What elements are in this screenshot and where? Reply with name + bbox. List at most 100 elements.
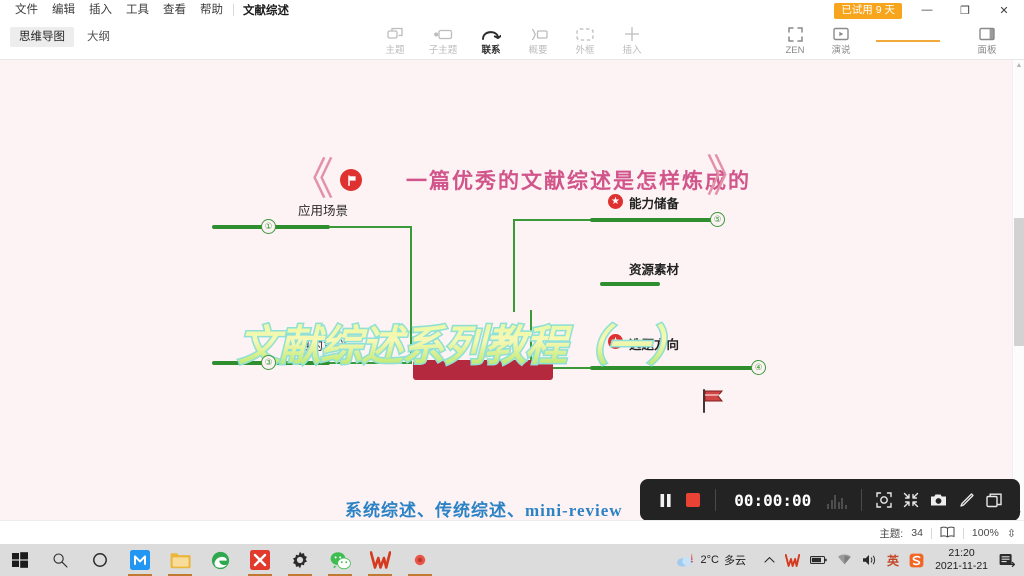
maximize-button[interactable]: ❐	[946, 0, 984, 20]
central-topic-text: 文献综述系列教程（一）	[238, 318, 758, 374]
taskbar-wechat-app[interactable]	[320, 544, 360, 576]
recorder-audio-meter	[821, 491, 853, 509]
taskbar-xmind-app[interactable]	[240, 544, 280, 576]
notification-icon[interactable]	[994, 553, 1020, 568]
bracket-left: 《	[290, 155, 334, 204]
recorder-focus-button[interactable]	[870, 486, 898, 514]
close-button[interactable]: ✕	[984, 0, 1024, 20]
book-icon[interactable]	[940, 526, 955, 541]
recorder-divider-left	[715, 489, 717, 511]
taskbar-settings-app[interactable]	[280, 544, 320, 576]
volume-icon[interactable]	[857, 554, 882, 566]
toolbar-insert[interactable]: 插入	[605, 24, 659, 60]
taskbar-recorder-app[interactable]	[400, 544, 440, 576]
menu-file[interactable]: 文件	[8, 1, 45, 19]
menu-divider	[233, 4, 234, 16]
branch-line-right-top	[590, 218, 714, 222]
recorder-pen-button[interactable]	[953, 486, 981, 514]
relation-icon	[481, 24, 501, 44]
node-number-left-top[interactable]: ①	[261, 219, 276, 234]
minimize-button[interactable]: —	[908, 0, 946, 20]
taskbar-wps-app[interactable]	[360, 544, 400, 576]
bottom-note-text[interactable]: 系统综述、传统综述、mini-review	[345, 496, 623, 520]
zoom-stepper[interactable]: ⇳	[1007, 527, 1016, 540]
scrollbar-thumb[interactable]	[1014, 218, 1024, 346]
recorder-stop-button[interactable]	[680, 486, 708, 514]
taskbar-clock[interactable]: 21:20 2021-11-21	[929, 547, 994, 573]
node-number-right-top[interactable]: ⑤	[710, 212, 725, 227]
toolbar-topic[interactable]: 主题	[368, 24, 422, 60]
menu-view[interactable]: 查看	[156, 1, 193, 19]
taskbar-file-explorer[interactable]	[160, 544, 200, 576]
application-window: 文件 编辑 插入 工具 查看 帮助 文献综述 已试用 9 天 — ❐ ✕ 思维导…	[0, 0, 1024, 576]
cloud-icon	[676, 553, 694, 567]
title-bar: 文件 编辑 插入 工具 查看 帮助 文献综述 已试用 9 天 — ❐ ✕	[0, 0, 1024, 20]
node-label-capability-reserve[interactable]: 能力储备	[629, 193, 679, 212]
wifi-icon[interactable]	[832, 554, 857, 566]
taskbar-weather-widget[interactable]: 2°C 多云	[676, 544, 746, 576]
node-number-left-bottom[interactable]: ③	[261, 355, 276, 370]
taskbar-maxthon-app[interactable]	[120, 544, 160, 576]
toolbar-presentation-label: 演说	[831, 45, 851, 56]
wps-tray-icon[interactable]	[780, 553, 805, 567]
toolbar-panel[interactable]: 面板	[960, 24, 1014, 60]
status-divider-1	[930, 527, 932, 539]
toolbar-topic-label: 主题	[385, 45, 405, 56]
recorder-timer: 00:00:00	[734, 490, 812, 510]
menu-edit[interactable]: 编辑	[45, 1, 82, 19]
panel-icon	[979, 24, 995, 44]
star-badge-capability: ★	[608, 194, 623, 209]
branch-connector-left-top	[410, 226, 412, 312]
node-label-application-scenario[interactable]: 应用场景	[298, 200, 348, 219]
sogou-tray-icon[interactable]	[904, 553, 929, 568]
tab-mindmap[interactable]: 思维导图	[10, 27, 74, 47]
window-controls: — ❐ ✕	[908, 0, 1024, 20]
recorder-window-button[interactable]	[980, 486, 1008, 514]
topic-icon	[386, 24, 404, 44]
weather-temperature: 2°C	[700, 554, 719, 566]
weather-condition: 多云	[724, 555, 746, 567]
toolbar-subtopic[interactable]: 子主题	[416, 24, 470, 60]
start-button[interactable]	[0, 544, 40, 576]
cortana-button[interactable]	[80, 544, 120, 576]
bracket-right: 》	[706, 152, 750, 201]
ime-tray-icon[interactable]: 英	[882, 552, 904, 569]
zoom-level: 100%	[971, 527, 999, 539]
node-number-right-bottom[interactable]: ④	[751, 360, 766, 375]
branch-line-left-top-thin	[330, 226, 412, 228]
branch-line-right-top-thin	[513, 219, 593, 221]
menu-tools[interactable]: 工具	[119, 1, 156, 19]
recorder-camera-button[interactable]	[925, 486, 953, 514]
stop-square-icon	[686, 493, 701, 507]
menu-insert[interactable]: 插入	[82, 1, 119, 19]
central-topic[interactable]: 文献综述系列教程（一） 文献综述系列教程（一）	[237, 318, 758, 380]
toolbar-summary[interactable]: 概要	[511, 24, 565, 60]
toolbar-summary-label: 概要	[528, 45, 548, 56]
tab-outline[interactable]: 大纲	[78, 27, 119, 47]
status-divider-2	[962, 527, 964, 539]
chevron-up-icon[interactable]	[759, 556, 780, 564]
toolbar-relation[interactable]: 联系	[464, 24, 518, 60]
mindmap-canvas[interactable]: 《 一篇优秀的文献综述是怎样炼成的 》 ① ③ ⑤ ④ 应用场景 ★ 能力储备 …	[0, 60, 1012, 520]
branch-line-right-middle	[600, 282, 660, 286]
toolbar-relation-label: 联系	[481, 45, 501, 56]
recorder-resize-button[interactable]	[897, 486, 925, 514]
taskbar-edge-browser[interactable]	[200, 544, 240, 576]
recorder-pause-button[interactable]	[652, 486, 680, 514]
battery-icon[interactable]	[805, 555, 832, 565]
canvas-vertical-scrollbar[interactable]: ▲ ▼	[1012, 60, 1024, 520]
clock-time: 21:20	[948, 547, 975, 559]
toolbar-panel-label: 面板	[977, 45, 997, 56]
menu-help[interactable]: 帮助	[193, 1, 230, 19]
flag-badge-icon	[340, 169, 362, 191]
screen-recorder-toolbar[interactable]: 00:00:00	[640, 479, 1020, 521]
zen-mode-icon	[787, 24, 803, 44]
node-label-resource-material[interactable]: 资源素材	[629, 259, 679, 278]
system-tray: 英 21:20 2021-11-21	[759, 544, 1024, 576]
trial-status-badge[interactable]: 已试用 9 天	[834, 3, 902, 19]
search-button[interactable]	[40, 544, 80, 576]
scroll-up-arrow-icon[interactable]: ▲	[1013, 60, 1024, 72]
subtopic-icon	[433, 24, 453, 44]
toolbar-boundary[interactable]: 外框	[558, 24, 612, 60]
toolbar-presentation[interactable]: 演说	[814, 24, 868, 60]
